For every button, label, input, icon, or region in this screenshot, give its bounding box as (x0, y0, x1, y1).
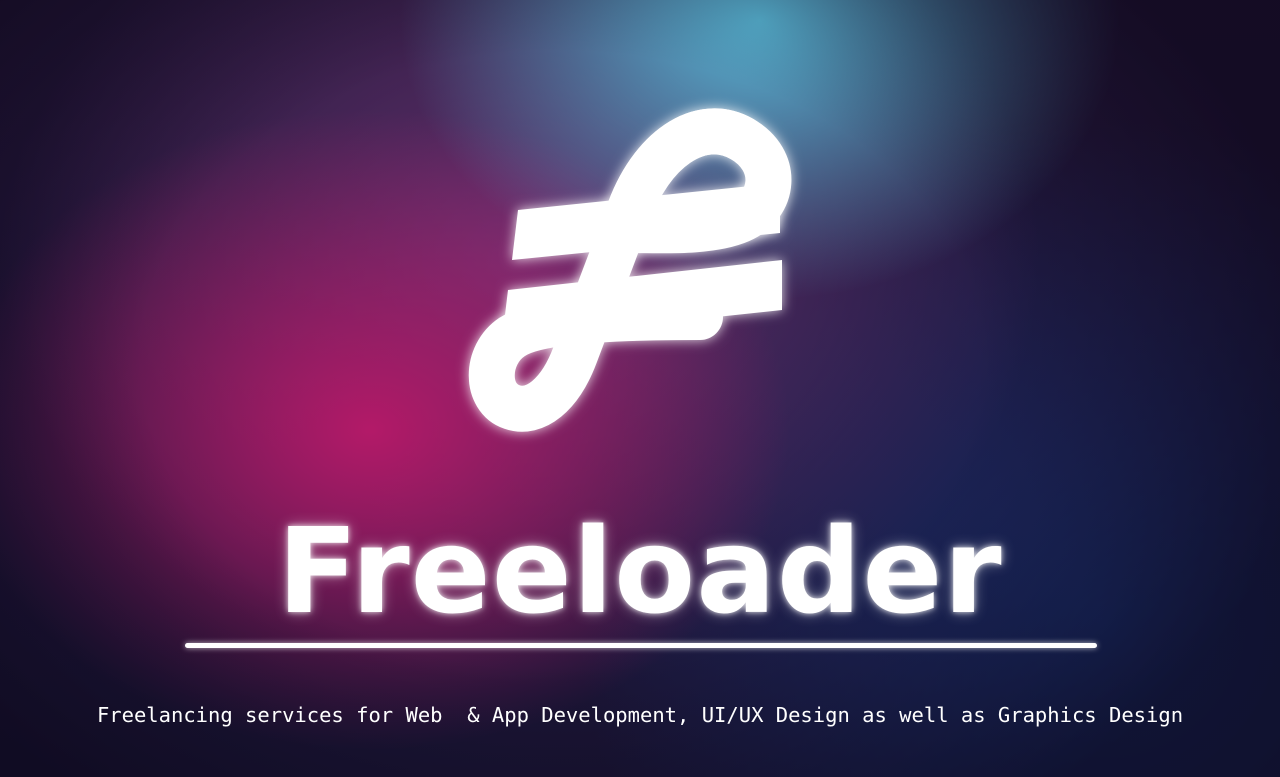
hero-banner: Freeloader Freelancing services for Web … (0, 0, 1280, 777)
brand-tagline: Freelancing services for Web & App Devel… (96, 703, 1184, 727)
brand-title: Freeloader (277, 502, 1003, 640)
title-divider (185, 643, 1097, 648)
freeloader-logo-icon (468, 108, 792, 432)
